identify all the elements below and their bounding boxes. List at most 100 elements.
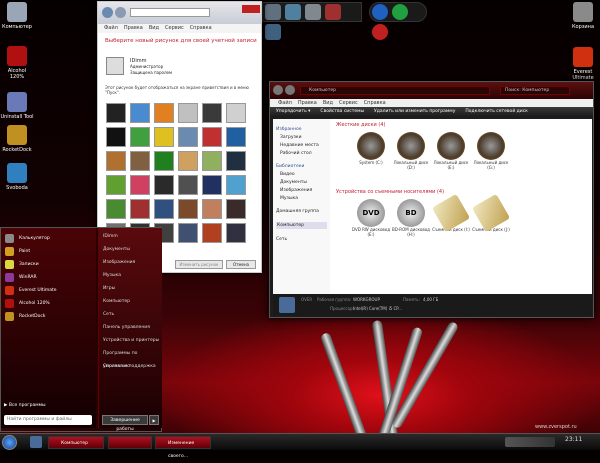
map-drive-button[interactable]: Подключить сетевой диск bbox=[465, 109, 528, 114]
account-picture[interactable] bbox=[226, 151, 246, 171]
drive-item[interactable]: Съемный диск (J:) bbox=[470, 193, 512, 233]
account-picture[interactable] bbox=[106, 103, 126, 123]
account-picture[interactable] bbox=[154, 175, 174, 195]
account-picture[interactable] bbox=[226, 127, 246, 147]
account-picture[interactable] bbox=[178, 127, 198, 147]
shutdown-button[interactable]: Завершение работы bbox=[102, 415, 148, 432]
start-menu-place[interactable]: Устройства и принтеры bbox=[99, 334, 162, 347]
account-picture[interactable] bbox=[202, 223, 222, 243]
account-picture[interactable] bbox=[130, 127, 150, 147]
back-icon[interactable] bbox=[102, 7, 113, 18]
menu-bar[interactable]: Файл Правка Вид Сервис Справка bbox=[270, 99, 593, 107]
menu-bar[interactable]: Файл Правка Вид Сервис Справка bbox=[98, 24, 261, 33]
start-menu-item[interactable]: Everest Ultimate bbox=[1, 284, 96, 297]
quick-launch-bar[interactable] bbox=[262, 2, 362, 40]
account-picture[interactable] bbox=[226, 223, 246, 243]
organize-button[interactable]: Упорядочить ▾ bbox=[276, 109, 310, 114]
drive-item[interactable]: Локальный диск (D:) bbox=[390, 132, 432, 170]
nav-homegroup[interactable]: Домашняя группа bbox=[276, 209, 327, 214]
tray-icons[interactable] bbox=[505, 437, 555, 447]
start-menu[interactable]: Калькулятор Paint Записки WinRAR Everest Ult… bbox=[0, 227, 162, 432]
account-picture[interactable] bbox=[130, 175, 150, 195]
start-menu-place[interactable]: Справка и поддержка bbox=[99, 360, 162, 373]
start-menu-item[interactable]: Paint bbox=[1, 245, 96, 258]
add-icon[interactable] bbox=[392, 4, 408, 20]
account-picture[interactable] bbox=[130, 151, 150, 171]
account-picture[interactable] bbox=[106, 127, 126, 147]
account-picture[interactable] bbox=[178, 223, 198, 243]
account-picture[interactable] bbox=[202, 175, 222, 195]
desktop-icon[interactable]: Компьютер bbox=[0, 2, 34, 30]
close-icon[interactable] bbox=[242, 5, 260, 13]
menu-edit[interactable]: Правка bbox=[298, 100, 317, 106]
nav-network[interactable]: Сеть bbox=[276, 237, 327, 242]
explorer-pin-icon[interactable] bbox=[30, 436, 42, 448]
start-menu-place[interactable]: Музыка bbox=[99, 269, 162, 282]
account-picture[interactable] bbox=[202, 127, 222, 147]
account-picture[interactable] bbox=[226, 199, 246, 219]
account-picture[interactable] bbox=[178, 151, 198, 171]
start-menu-item[interactable]: RocketDock bbox=[1, 310, 96, 323]
address-bar[interactable]: Компьютер bbox=[300, 86, 490, 95]
search-input[interactable]: Поиск: Компьютер bbox=[500, 86, 570, 95]
start-menu-place[interactable]: Документы bbox=[99, 243, 162, 256]
desktop-icon[interactable]: Корзина bbox=[566, 2, 600, 30]
navigation-pane[interactable]: Избранное Загрузки Недавние места Рабочи… bbox=[273, 119, 330, 311]
start-menu-place[interactable]: Игры bbox=[99, 282, 162, 295]
all-programs[interactable]: ▶ Все программы bbox=[4, 403, 46, 408]
start-menu-place[interactable]: Изображения bbox=[99, 256, 162, 269]
picture-grid[interactable] bbox=[106, 103, 246, 243]
desktop-icon[interactable]: Uninstall Tool bbox=[0, 92, 34, 120]
drive-item[interactable]: BD BD-ROM дисковод (H:) bbox=[390, 199, 432, 237]
taskbar-app[interactable] bbox=[108, 436, 152, 449]
account-picture[interactable] bbox=[178, 103, 198, 123]
nav-computer[interactable]: Компьютер bbox=[276, 222, 327, 229]
clock[interactable]: 23:11 bbox=[565, 436, 582, 443]
gadget-icon[interactable] bbox=[265, 4, 281, 20]
start-menu-places[interactable]: IDimm Документы Изображения Музыка Игры Компь… bbox=[98, 228, 162, 432]
start-menu-item[interactable]: Калькулятор bbox=[1, 232, 96, 245]
drive-item[interactable]: Локальный диск (E:) bbox=[430, 132, 472, 170]
start-menu-item[interactable]: Alcohol 120% bbox=[1, 297, 96, 310]
shutdown-arrow-icon[interactable]: ▶ bbox=[149, 415, 159, 425]
menu-help[interactable]: Справка bbox=[190, 25, 212, 31]
account-picture[interactable] bbox=[154, 151, 174, 171]
toolbar[interactable]: Упорядочить ▾ Свойства системы Удалить или… bbox=[270, 107, 593, 117]
start-button[interactable] bbox=[2, 435, 17, 450]
menu-edit[interactable]: Правка bbox=[124, 25, 143, 31]
menu-file[interactable]: Файл bbox=[278, 100, 292, 106]
menu-help[interactable]: Справка bbox=[364, 100, 386, 106]
account-picture[interactable] bbox=[202, 199, 222, 219]
change-picture-button[interactable]: Изменить рисунок bbox=[175, 260, 223, 269]
start-menu-item[interactable]: WinRAR bbox=[1, 271, 96, 284]
nav-recent[interactable]: Недавние места bbox=[280, 143, 327, 148]
account-picture[interactable] bbox=[154, 199, 174, 219]
nav-music[interactable]: Музыка bbox=[280, 196, 327, 201]
account-picture[interactable] bbox=[106, 175, 126, 195]
menu-view[interactable]: Вид bbox=[149, 25, 159, 31]
power-icon[interactable] bbox=[372, 24, 388, 40]
network-icon[interactable] bbox=[265, 24, 281, 40]
nav-video[interactable]: Видео bbox=[280, 172, 327, 177]
back-icon[interactable] bbox=[273, 85, 283, 95]
nav-downloads[interactable]: Загрузки bbox=[280, 135, 327, 140]
account-picture[interactable] bbox=[226, 175, 246, 195]
menu-file[interactable]: Файл bbox=[104, 25, 118, 31]
menu-tools[interactable]: Сервис bbox=[165, 25, 184, 31]
drive-item[interactable]: System (C:) bbox=[350, 132, 392, 165]
monitor-icon[interactable] bbox=[285, 4, 301, 20]
forward-icon[interactable] bbox=[115, 7, 126, 18]
system-properties-button[interactable]: Свойства системы bbox=[320, 109, 364, 114]
tools-icon[interactable] bbox=[325, 4, 341, 20]
uninstall-button[interactable]: Удалить или изменить программу bbox=[374, 109, 455, 114]
desktop-icon[interactable]: Svoboda bbox=[0, 163, 34, 191]
search-input[interactable]: Найти программы и файлы bbox=[4, 415, 92, 425]
account-picture[interactable] bbox=[202, 151, 222, 171]
desktop-icon[interactable]: RocketDock bbox=[0, 125, 34, 153]
nav-desktop[interactable]: Рабочий стол bbox=[280, 151, 327, 156]
address-bar[interactable] bbox=[130, 8, 210, 17]
start-menu-place[interactable]: IDimm bbox=[99, 230, 162, 243]
account-picture[interactable] bbox=[202, 103, 222, 123]
favorites-header[interactable]: Избранное bbox=[276, 127, 327, 132]
account-picture[interactable] bbox=[106, 199, 126, 219]
